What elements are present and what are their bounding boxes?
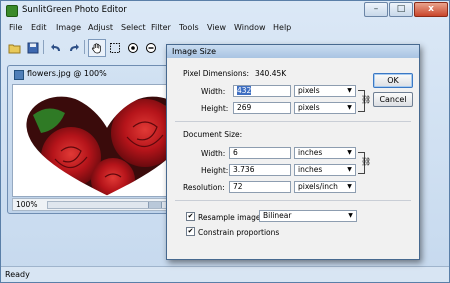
checkmark-icon: ✔ [187,227,194,235]
section-divider [175,200,411,201]
doc-width-label: Width: [201,149,226,158]
menu-select[interactable]: Select [121,23,146,32]
pixel-height-unit: pixels [298,103,320,112]
zoom-level: 100% [16,200,38,209]
marquee-icon[interactable] [106,39,124,57]
checkmark-icon: ✔ [187,212,194,220]
menu-tools[interactable]: Tools [179,23,199,32]
dialog-title-bar: Image Size [167,45,419,58]
scrollbar-thumb[interactable] [148,202,162,208]
section-divider [175,121,411,122]
toolbar-separator [43,40,44,54]
document-icon [14,70,24,80]
chevron-down-icon: ▼ [347,166,352,173]
status-text: Ready [5,270,30,279]
menu-adjust[interactable]: Adjust [88,23,113,32]
pixel-width-value: 432 [237,86,252,95]
resolution-unit: pixels/inch [298,182,338,191]
ok-button[interactable]: OK [373,73,413,88]
chevron-down-icon: ▼ [347,87,352,94]
pixel-width-unit: pixels [298,86,320,95]
resample-method-select[interactable]: Bilinear ▼ [259,210,357,222]
toolbar-separator [84,40,85,54]
menu-edit[interactable]: Edit [31,23,47,32]
resolution-label: Resolution: [183,183,225,192]
resolution-unit-select[interactable]: pixels/inch ▼ [294,181,356,193]
undo-icon[interactable] [47,39,65,57]
doc-height-unit: inches [298,165,323,174]
pixel-height-value: 269 [237,103,252,112]
maximize-button[interactable]: □ [389,2,413,17]
pixel-width-label: Width: [201,87,226,96]
menu-view[interactable]: View [207,23,226,32]
chevron-down-icon: ▼ [347,104,352,111]
zoom-in-icon[interactable] [124,39,142,57]
pixel-dimensions-label: Pixel Dimensions: [183,69,250,78]
document-size-label: Document Size: [183,130,243,139]
resample-label: Resample image: [198,213,264,222]
redo-icon[interactable] [65,39,83,57]
doc-height-label: Height: [201,166,229,175]
menu-filter[interactable]: Filter [151,23,171,32]
cancel-button[interactable]: Cancel [373,92,413,107]
menu-help[interactable]: Help [273,23,291,32]
doc-height-input[interactable]: 3.736 [229,164,291,176]
open-icon[interactable] [6,39,24,57]
doc-width-unit: inches [298,148,323,157]
pixel-width-unit-select[interactable]: pixels ▼ [294,85,356,97]
chevron-down-icon: ▼ [347,149,352,156]
save-icon[interactable] [24,39,42,57]
resolution-input[interactable]: 72 [229,181,291,193]
dialog-title: Image Size [172,47,217,56]
minimize-button[interactable]: – [364,2,388,17]
chevron-down-icon: ▼ [348,212,353,219]
pixel-height-label: Height: [201,104,229,113]
menu-window[interactable]: Window [234,23,266,32]
pixel-height-input[interactable]: 269 [233,102,291,114]
resolution-value: 72 [233,182,243,191]
app-title: SunlitGreen Photo Editor [22,5,127,15]
hand-icon[interactable] [88,39,106,57]
dialog-body: Pixel Dimensions: 340.45K Width: 432 pix… [167,58,419,259]
pixel-dimensions-value: 340.45K [255,69,287,78]
constrain-checkbox[interactable]: ✔ [186,227,195,236]
doc-width-value: 6 [233,148,238,157]
app-logo-icon [6,5,18,17]
title-bar: SunlitGreen Photo Editor – □ x [1,1,449,21]
menu-file[interactable]: File [9,23,22,32]
constrain-label: Constrain proportions [198,228,280,237]
menu-bar: File Edit Image Adjust Select Filter Too… [1,21,449,35]
doc-width-unit-select[interactable]: inches ▼ [294,147,356,159]
image-size-dialog: Image Size Pixel Dimensions: 340.45K Wid… [166,44,420,260]
chain-link-icon: ⛓ [361,157,372,166]
resample-method: Bilinear [263,211,292,220]
zoom-out-icon[interactable] [142,39,160,57]
resample-checkbox[interactable]: ✔ [186,212,195,221]
doc-height-unit-select[interactable]: inches ▼ [294,164,356,176]
pixel-width-input[interactable]: 432 [233,85,291,97]
menu-image[interactable]: Image [56,23,81,32]
doc-height-value: 3.736 [233,165,255,174]
status-bar: Ready [1,266,449,282]
close-button[interactable]: x [414,2,448,17]
doc-width-input[interactable]: 6 [229,147,291,159]
chain-link-icon: ⛓ [361,95,372,104]
document-title: flowers.jpg @ 100% [27,69,107,78]
chevron-down-icon: ▼ [347,183,352,190]
pixel-height-unit-select[interactable]: pixels ▼ [294,102,356,114]
